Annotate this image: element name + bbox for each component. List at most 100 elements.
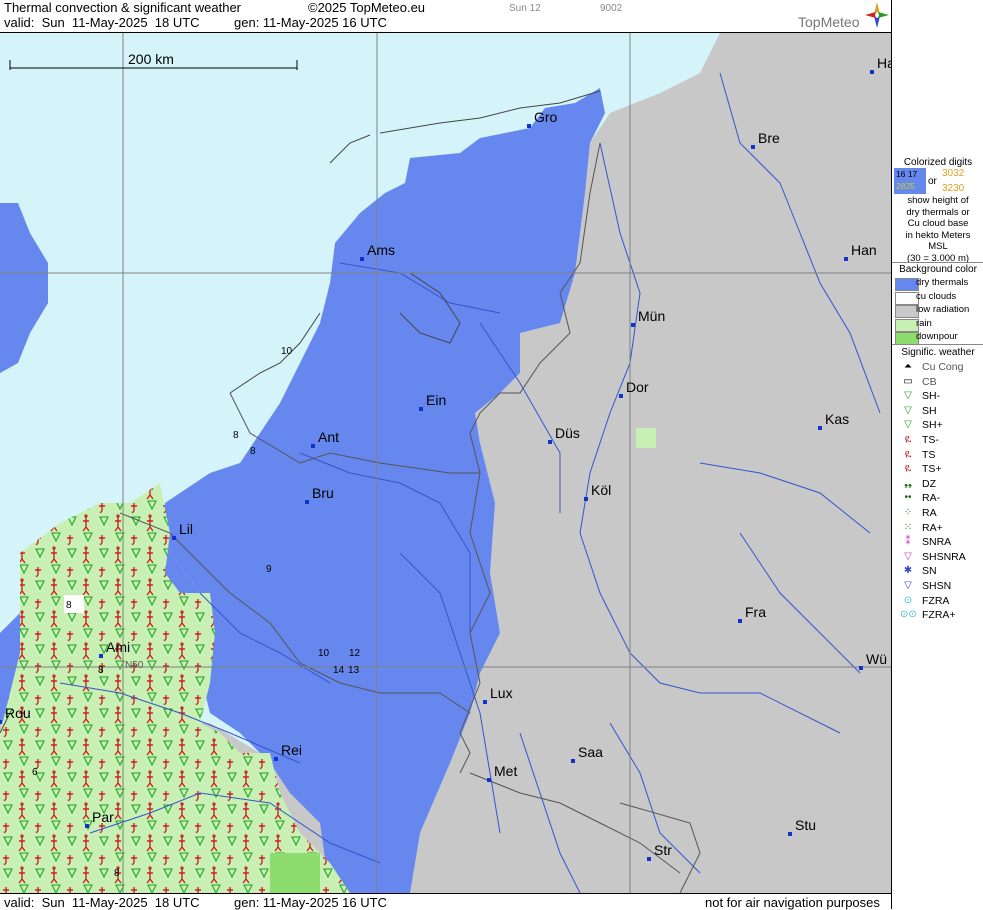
city-dot [548,440,552,444]
valid-time: valid: Sun 11-May-2025 18 UTC [4,15,200,30]
city-dot [360,257,364,261]
divider [892,344,983,345]
freezing-rain-heavy-icon: ⊙⊙ [900,609,917,621]
value-label: 10 [318,648,330,659]
legend-panel: Colorized digits 16 17 2825 or 3032 3230… [891,0,983,909]
city-label: Bre [758,130,780,146]
weather-label: TS- [922,434,939,446]
weather-legend: Signific. weather ⏶ Cu Cong ▭ CB ▽ SH- ▽ SH ▽ SH+… [892,347,983,621]
city-label: Stu [795,817,816,833]
weather-legend-item: ▽ SHSN [894,579,983,594]
value-label: 14 [333,665,345,676]
city-label: Lil [179,521,193,537]
weather-legend-item: ▭ CB [894,375,983,390]
digit-sample-b: 2825 [894,180,926,192]
digit-sample-c: 3032 [942,168,965,179]
city-dot [311,444,315,448]
weather-label: SNRA [922,536,952,549]
weather-label: CB [922,375,937,388]
city-label: Str [654,842,672,858]
rain-light-icon: •• [904,492,912,504]
city-dot [844,257,848,261]
city-label: Ant [318,429,339,445]
map-header: Thermal convection & significant weather… [0,0,891,33]
city-label: Ami [106,639,130,655]
city-dot [788,832,792,836]
weather-label: TS+ [922,463,942,476]
weather-legend-item: ⏶ Cu Cong [894,360,983,375]
desc-line: MSL [928,241,948,252]
city-dot [647,857,651,861]
shower-heavy-icon: ▽ [904,419,912,431]
desc-line: in hekto Meters [905,229,971,241]
weather-label: DZ [922,477,936,490]
background-label: low radiation [916,304,970,315]
weather-label: FZRA [922,594,950,607]
weather-label: SH- [922,390,941,403]
city-dot [274,757,278,761]
city-label: Ein [426,392,446,408]
weather-label: SN [922,565,937,578]
weather-legend-item: ዪ TS [894,448,983,463]
weather-legend-item: •• RA- [894,491,983,506]
weather-legend-item: ▽ SHSNRA [894,550,983,565]
digit-sample-a: 16 17 [896,169,918,179]
background-label: cu clouds [916,290,957,302]
weather-legend-item: ⁙ RA+ [894,521,983,536]
background-label: downpour [916,331,958,342]
cb-icon: ▭ [903,375,913,387]
value-label: 6 [32,767,38,778]
city-dot [85,824,89,828]
value-label: 13 [348,665,360,676]
rain-heavy-icon: ⁙ [903,521,913,533]
background-label: rain [916,317,932,329]
city-dot [0,720,2,724]
weather-legend-item: ዪ TS- [894,433,983,448]
city-label: Fra [745,604,766,620]
weather-legend-item: ⊙ FZRA [894,594,983,609]
weather-legend-item: ✱ SN [894,564,983,579]
city-dot [99,654,103,658]
weather-label: RA [922,507,937,519]
weather-legend-item: ⁑ SNRA [894,535,983,550]
city-dot [751,145,755,149]
weather-label: SH+ [922,419,943,432]
divider [892,262,983,263]
weather-legend-item: ▽ SH- [894,389,983,404]
city-dot [818,426,822,430]
city-dot [419,407,423,411]
weather-legend-item: ❟❟ DZ [894,477,983,492]
city-dot [527,124,531,128]
city-label: Rou [5,705,31,721]
value-label: N50 [125,660,144,671]
desc-line: show height of [907,195,969,206]
weather-legend-item: ⁘ RA [894,506,983,521]
city-label: Gro [534,109,558,125]
city-dot [571,759,575,763]
city-dot [631,323,635,327]
city-label: Wü [866,651,887,667]
weather-label: SH [922,404,937,417]
weather-legend-item: ▽ SH+ [894,418,983,433]
snow-shower-icon: ▽ [904,580,912,591]
forecast-day: Sun 12 [509,3,541,14]
topmeteo-logo-text: TopMeteo [798,14,860,30]
digit-sample-d: 3230 [942,183,965,194]
map-title: Thermal convection & significant weather [4,0,242,15]
thunderstorm-heavy-icon: ዪ [904,463,912,475]
city-dot [584,497,588,501]
city-label: Düs [555,425,580,441]
thunderstorm-light-icon: ዪ [904,434,912,445]
city-label: Rei [281,742,302,758]
value-label: 8 [98,665,104,676]
digit-sample-box: 16 17 2825 [894,168,926,194]
value-label: 10 [281,346,293,357]
weather-map[interactable]: 200 km 10 8 8 9 10 12 14 13 8 8 8 6 N50 … [0,33,891,893]
shower-light-icon: ▽ [904,390,912,402]
weather-label: TS [922,448,936,461]
city-dot [870,70,874,74]
snow-rain-icon: ⁑ [905,536,911,548]
weather-label: SHSN [922,580,952,592]
snow-rain-shower-icon: ▽ [904,550,912,562]
city-label: Met [494,763,517,779]
